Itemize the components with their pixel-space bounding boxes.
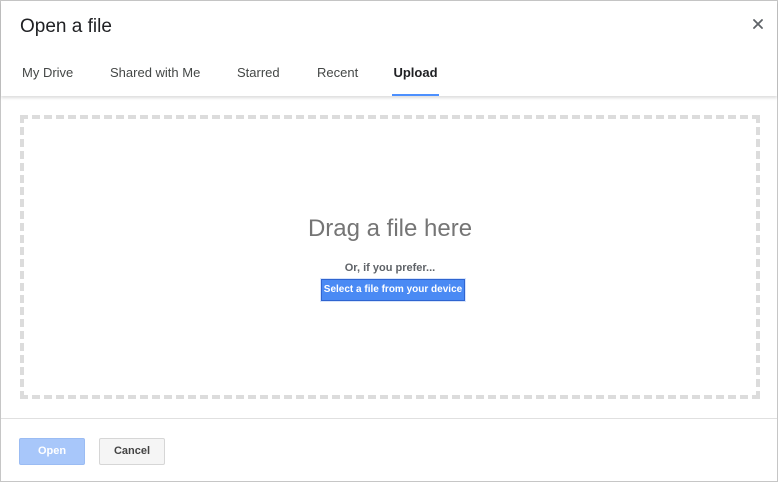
tab-label: Recent [317,65,359,80]
tab-shared-with-me[interactable]: Shared with Me [110,51,200,96]
tab-bar: My Drive Shared with Me Starred Recent U… [1,51,777,96]
dialog-header: Open a file My Drive Shared with Me Star… [1,1,777,96]
tab-label: Upload [393,65,438,80]
drop-zone[interactable]: Drag a file here Or, if you prefer... Se… [20,115,760,399]
tab-label: Starred [237,65,280,80]
cancel-button[interactable]: Cancel [99,438,165,465]
open-file-dialog: Open a file My Drive Shared with Me Star… [0,0,778,482]
select-file-button[interactable]: Select a file from your device [321,279,465,301]
tab-my-drive[interactable]: My Drive [22,51,73,96]
close-icon[interactable] [751,17,765,31]
tab-label: My Drive [22,65,74,80]
upload-panel: Drag a file here Or, if you prefer... Se… [1,97,777,418]
prefer-text: Or, if you prefer... [344,262,436,274]
tab-upload[interactable]: Upload [392,51,439,96]
open-button[interactable]: Open [19,438,85,465]
tab-label: Shared with Me [110,65,201,80]
tab-recent[interactable]: Recent [317,51,358,96]
dialog-title: Open a file [20,16,112,37]
dialog-footer: Open Cancel [1,418,777,481]
drag-file-text: Drag a file here [307,215,473,242]
active-tab-indicator [392,94,439,96]
tab-starred[interactable]: Starred [237,51,280,96]
